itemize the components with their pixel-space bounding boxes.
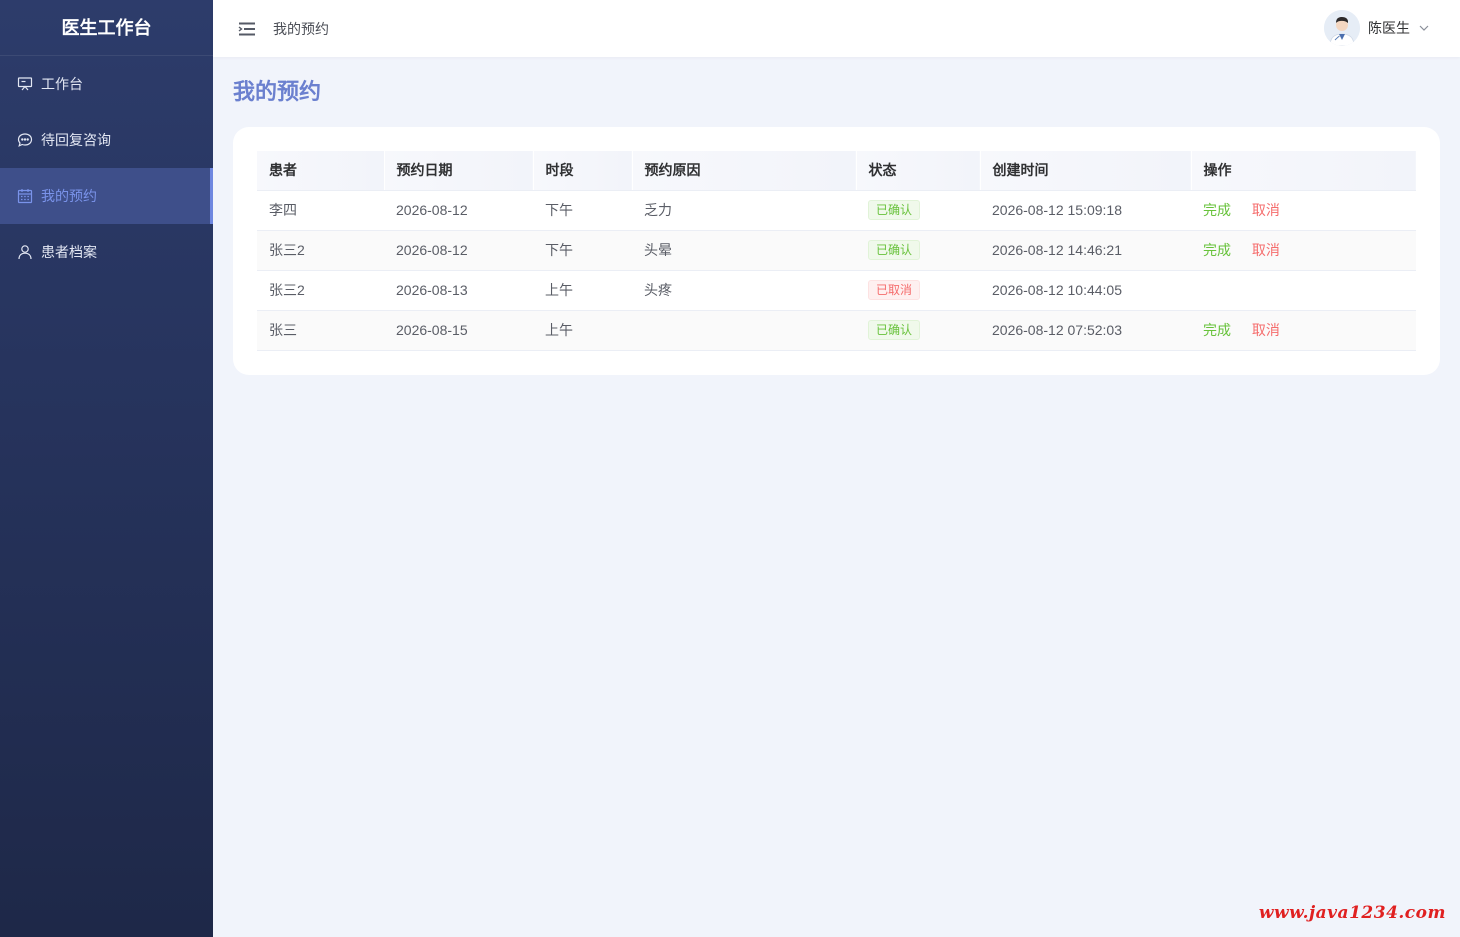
table-row: 张三 2026-08-15 上午 已确认 2026-08-12 07:52:03… xyxy=(257,310,1416,351)
cell-date: 2026-08-15 xyxy=(384,310,533,351)
page-title: 我的预约 xyxy=(233,79,322,104)
content-area: 我的预约 患者 预约日期 时段 预约原因 状态 创建时间 操作 李四 2026-… xyxy=(213,57,1460,375)
cell-slot: 上午 xyxy=(533,310,632,351)
cell-date: 2026-08-12 xyxy=(384,190,533,231)
column-header-date: 预约日期 xyxy=(383,151,533,191)
cell-patient: 张三2 xyxy=(257,270,384,311)
sidebar-item-label: 待回复咨询 xyxy=(41,132,111,148)
status-badge: 已确认 xyxy=(868,240,921,260)
user-name: 陈医生 xyxy=(1368,20,1410,36)
cell-status: 已取消 xyxy=(856,270,980,311)
status-badge: 已确认 xyxy=(868,200,921,220)
cell-patient: 李四 xyxy=(257,190,384,231)
column-header-slot: 时段 xyxy=(532,151,632,191)
cell-actions: 完成 取消 xyxy=(1191,190,1416,231)
cell-slot: 下午 xyxy=(533,230,632,271)
sidebar-item-my-appointments[interactable]: 我的预约 xyxy=(0,168,213,224)
cell-actions: 完成 取消 xyxy=(1191,230,1416,271)
user-menu[interactable]: 陈医生 xyxy=(1324,10,1430,46)
complete-button[interactable]: 完成 xyxy=(1203,242,1231,258)
cell-date: 2026-08-12 xyxy=(384,230,533,271)
table-row: 张三2 2026-08-12 下午 头晕 已确认 2026-08-12 14:4… xyxy=(257,230,1416,271)
cell-actions: 完成 取消 xyxy=(1191,310,1416,351)
cell-actions xyxy=(1191,270,1416,311)
presentation-board-icon xyxy=(17,76,33,92)
cell-status: 已确认 xyxy=(856,190,980,231)
sidebar-item-label: 工作台 xyxy=(41,76,83,92)
cell-reason: 头晕 xyxy=(632,230,856,271)
cancel-button[interactable]: 取消 xyxy=(1252,202,1280,218)
sidebar-item-label: 我的预约 xyxy=(41,188,97,204)
avatar xyxy=(1324,10,1360,46)
cell-reason: 头疼 xyxy=(632,270,856,311)
cell-patient: 张三2 xyxy=(257,230,384,271)
column-header-status: 状态 xyxy=(855,151,980,191)
chat-bubble-icon xyxy=(17,132,33,148)
app-root: 医生工作台 工作台 待回复咨询 我的预约 患者档案 我的预约 陈医生 我的预约 … xyxy=(0,0,1460,937)
cell-status: 已确认 xyxy=(856,230,980,271)
cell-status: 已确认 xyxy=(856,310,980,351)
watermark: www.java1234.com xyxy=(1258,903,1446,923)
menu-toggle-icon[interactable] xyxy=(238,21,256,37)
calendar-icon xyxy=(17,188,33,204)
brand-title: 医生工作台 xyxy=(0,0,213,56)
sidebar-item-label: 患者档案 xyxy=(41,244,97,260)
column-header-reason: 预约原因 xyxy=(631,151,856,191)
main-area: 我的预约 陈医生 我的预约 患者 预约日期 时段 预约原因 状态 创建时间 操作… xyxy=(213,0,1460,937)
cell-reason: 乏力 xyxy=(632,190,856,231)
status-badge: 已确认 xyxy=(868,320,921,340)
cell-date: 2026-08-13 xyxy=(384,270,533,311)
cell-patient: 张三 xyxy=(257,310,384,351)
cell-created: 2026-08-12 10:44:05 xyxy=(980,270,1191,311)
cell-reason xyxy=(632,310,856,351)
breadcrumb[interactable]: 我的预约 xyxy=(273,19,329,39)
chevron-down-icon xyxy=(1418,22,1430,34)
user-icon xyxy=(17,244,33,260)
cell-slot: 下午 xyxy=(533,190,632,231)
cell-created: 2026-08-12 07:52:03 xyxy=(980,310,1191,351)
sidebar-item-patient-records[interactable]: 患者档案 xyxy=(0,224,213,280)
column-header-actions: 操作 xyxy=(1190,151,1416,191)
complete-button[interactable]: 完成 xyxy=(1203,322,1231,338)
table-header-row: 患者 预约日期 时段 预约原因 状态 创建时间 操作 xyxy=(257,151,1416,191)
table-row: 张三2 2026-08-13 上午 头疼 已取消 2026-08-12 10:4… xyxy=(257,270,1416,311)
cell-created: 2026-08-12 15:09:18 xyxy=(980,190,1191,231)
cancel-button[interactable]: 取消 xyxy=(1252,242,1280,258)
appointments-card: 患者 预约日期 时段 预约原因 状态 创建时间 操作 李四 2026-08-12 xyxy=(233,127,1440,375)
sidebar: 医生工作台 工作台 待回复咨询 我的预约 患者档案 xyxy=(0,0,213,937)
cell-slot: 上午 xyxy=(533,270,632,311)
cancel-button[interactable]: 取消 xyxy=(1252,322,1280,338)
complete-button[interactable]: 完成 xyxy=(1203,202,1231,218)
sidebar-item-pending-consultations[interactable]: 待回复咨询 xyxy=(0,112,213,168)
top-bar: 我的预约 陈医生 xyxy=(213,0,1460,57)
appointments-table: 患者 预约日期 时段 预约原因 状态 创建时间 操作 李四 2026-08-12 xyxy=(257,151,1416,351)
status-badge: 已取消 xyxy=(868,280,921,300)
column-header-created: 创建时间 xyxy=(979,151,1191,191)
column-header-patient: 患者 xyxy=(257,151,384,191)
table-row: 李四 2026-08-12 下午 乏力 已确认 2026-08-12 15:09… xyxy=(257,190,1416,231)
cell-created: 2026-08-12 14:46:21 xyxy=(980,230,1191,271)
sidebar-item-workbench[interactable]: 工作台 xyxy=(0,56,213,112)
